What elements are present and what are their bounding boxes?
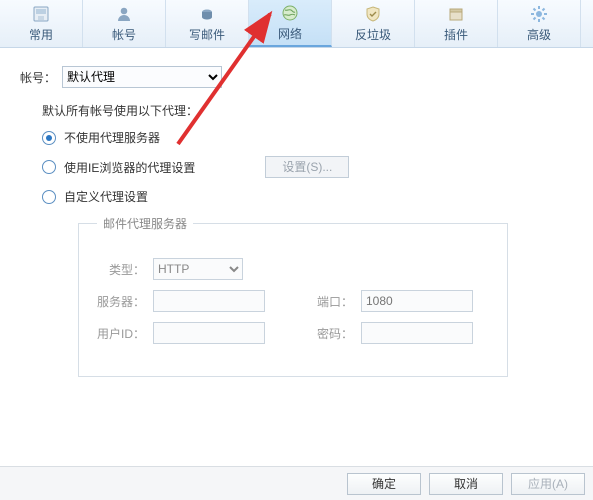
radio-ie-proxy[interactable]: 使用IE浏览器的代理设置 设置(S)...: [42, 156, 573, 178]
settings-button: 设置(S)...: [265, 156, 349, 178]
proxy-fieldset: 邮件代理服务器 类型： HTTP 服务器： 端口： 用户ID： 密码：: [78, 215, 508, 377]
type-label: 类型：: [97, 261, 145, 278]
shield-icon: [363, 4, 383, 24]
userid-input[interactable]: [153, 322, 265, 344]
userid-label: 用户ID：: [97, 325, 145, 342]
radio-icon: [42, 131, 56, 145]
toolbar: 常用 帐号 写邮件 网络 反垃圾 插件 高级: [0, 0, 593, 48]
tab-label: 网络: [278, 25, 302, 42]
radio-no-proxy[interactable]: 不使用代理服务器: [42, 129, 573, 146]
fieldset-legend: 邮件代理服务器: [97, 215, 193, 232]
account-select[interactable]: 默认代理: [62, 66, 222, 88]
cancel-button[interactable]: 取消: [429, 473, 503, 495]
globe-icon: [280, 3, 300, 23]
tab-label: 写邮件: [189, 26, 225, 43]
radio-label: 自定义代理设置: [64, 188, 148, 205]
server-input[interactable]: [153, 290, 265, 312]
password-input[interactable]: [361, 322, 473, 344]
footer: 确定 取消 应用(A): [0, 466, 593, 500]
tab-spam[interactable]: 反垃圾: [332, 0, 415, 47]
password-label: 密码：: [313, 325, 353, 342]
tab-advanced[interactable]: 高级: [498, 0, 581, 47]
tab-label: 常用: [29, 26, 53, 43]
content-pane: 帐号： 默认代理 默认所有帐号使用以下代理： 不使用代理服务器 使用IE浏览器的…: [0, 48, 593, 377]
tab-label: 反垃圾: [355, 26, 391, 43]
tab-common[interactable]: 常用: [0, 0, 83, 47]
tab-account[interactable]: 帐号: [83, 0, 166, 47]
tab-label: 插件: [444, 26, 468, 43]
radio-custom-proxy[interactable]: 自定义代理设置: [42, 188, 573, 205]
inkpot-icon: [197, 4, 217, 24]
radio-icon: [42, 190, 56, 204]
radio-label: 不使用代理服务器: [64, 129, 160, 146]
type-select[interactable]: HTTP: [153, 258, 243, 280]
account-label: 帐号：: [20, 69, 56, 86]
port-input[interactable]: [361, 290, 473, 312]
radio-label: 使用IE浏览器的代理设置: [64, 159, 195, 176]
disk-icon: [31, 4, 51, 24]
proxy-heading: 默认所有帐号使用以下代理：: [42, 102, 573, 119]
server-label: 服务器：: [97, 293, 145, 310]
radio-icon: [42, 160, 56, 174]
tab-compose[interactable]: 写邮件: [166, 0, 249, 47]
apply-button: 应用(A): [511, 473, 585, 495]
tab-network[interactable]: 网络: [249, 0, 332, 47]
ok-button[interactable]: 确定: [347, 473, 421, 495]
person-icon: [114, 4, 134, 24]
tab-label: 帐号: [112, 26, 136, 43]
port-label: 端口：: [313, 293, 353, 310]
tab-label: 高级: [527, 26, 551, 43]
gear-icon: [529, 4, 549, 24]
tab-plugin[interactable]: 插件: [415, 0, 498, 47]
box-icon: [446, 4, 466, 24]
